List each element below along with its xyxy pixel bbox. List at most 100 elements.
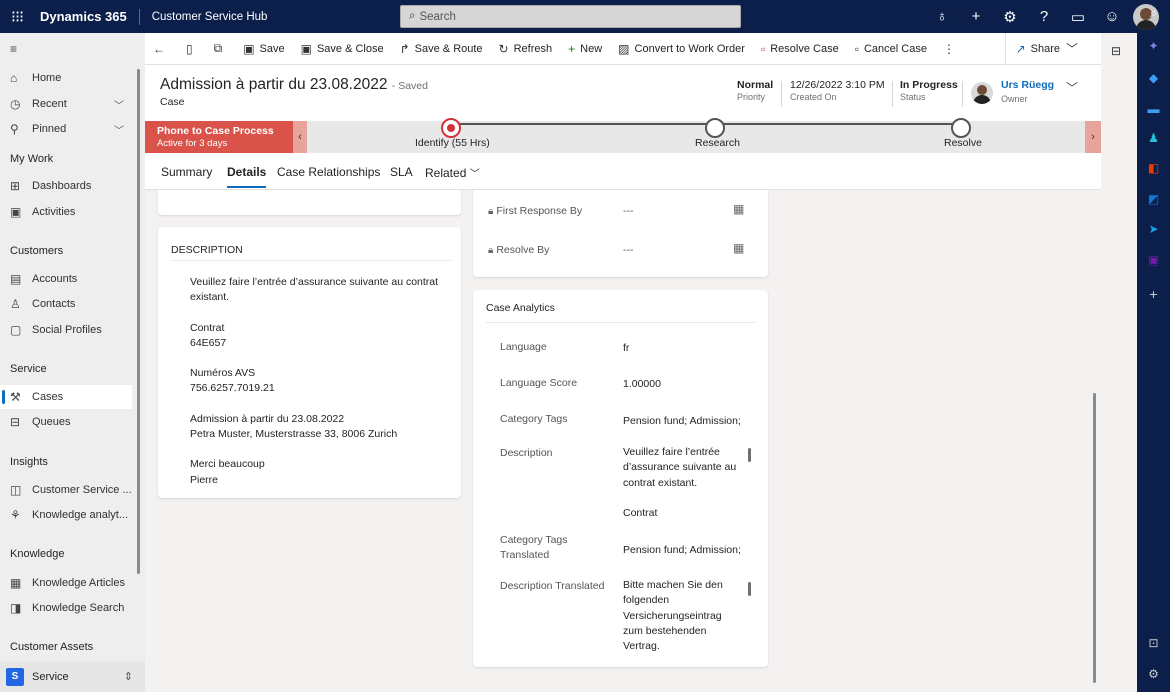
- sidebar-item-social-profiles[interactable]: ▢ Social Profiles: [0, 318, 132, 342]
- people-icon[interactable]: ♟: [1137, 131, 1170, 145]
- sidebar-item-cases[interactable]: ⚒ Cases: [0, 385, 132, 409]
- search-icon[interactable]: ⌕: [1137, 5, 1170, 21]
- calendar-icon[interactable]: ▦: [733, 202, 744, 216]
- resolve-by-label: 🔒︎ Resolve By: [488, 244, 550, 256]
- description-value[interactable]: Veuillez faire l’entrée d’assurance suiv…: [623, 445, 743, 521]
- category-tags-label: Category Tags: [500, 413, 568, 425]
- route-icon: ↱: [399, 41, 410, 56]
- tab-related[interactable]: Related ﹀: [425, 165, 480, 180]
- tab-summary[interactable]: Summary: [161, 165, 212, 179]
- sidebar-item-activities[interactable]: ▣ Activities: [0, 200, 132, 224]
- accounts-icon: ▤: [10, 272, 22, 286]
- cancel-case-button[interactable]: ▫ Cancel Case: [847, 33, 935, 65]
- outlook-icon[interactable]: ◩: [1137, 192, 1170, 206]
- form-view-button[interactable]: ▯: [178, 33, 206, 65]
- hamburger-icon[interactable]: ≡: [0, 37, 132, 61]
- sidebar-scrollbar[interactable]: [137, 69, 140, 574]
- help-icon[interactable]: ?: [1027, 8, 1061, 25]
- save-button[interactable]: ▣ Save: [235, 33, 292, 65]
- stage-identify-marker[interactable]: [441, 118, 461, 138]
- lightbulb-icon[interactable]: ♁: [925, 8, 959, 25]
- tab-details[interactable]: Details: [227, 165, 267, 188]
- brand-title[interactable]: Dynamics 365: [34, 8, 140, 25]
- convert-work-order-button[interactable]: ▨ Convert to Work Order: [610, 33, 753, 65]
- category-tags-translated-label: Category Tags Translated: [500, 534, 568, 561]
- settings-icon[interactable]: ⚙: [1137, 667, 1170, 681]
- office-icon[interactable]: ◧: [1137, 161, 1170, 175]
- area-switcher[interactable]: S Service ⇕: [0, 661, 145, 692]
- clock-icon: ◷: [10, 97, 21, 111]
- send-icon[interactable]: ➤: [1137, 222, 1170, 236]
- calendar-icon[interactable]: ▦: [733, 241, 744, 255]
- resolve-case-button[interactable]: ▫ Resolve Case: [753, 33, 847, 65]
- sidebar-item-queues[interactable]: ⊟ Queues: [0, 410, 132, 434]
- collapse-pane-icon[interactable]: ⊡: [1137, 636, 1170, 650]
- section-my-work: My Work: [10, 153, 54, 165]
- chevron-down-icon[interactable]: ﹀: [114, 97, 124, 112]
- sidebar-item-dashboards[interactable]: ⊞ Dashboards: [0, 174, 132, 198]
- back-button[interactable]: ←: [145, 33, 178, 65]
- gear-icon[interactable]: ⚙: [993, 8, 1027, 26]
- briefcase-icon[interactable]: ▬: [1137, 102, 1170, 116]
- header-divider: [892, 81, 893, 107]
- sidebar: ≡ ⌂ Home ◷ Recent ﹀ ⚲ Pinned ﹀ My Work ⊞ Dashb…: [0, 33, 145, 692]
- stage-resolve-marker[interactable]: [951, 118, 971, 138]
- search-input[interactable]: ⌕ Search: [400, 5, 741, 28]
- description-text[interactable]: Veuillez faire l’entrée d’assurance suiv…: [190, 275, 440, 503]
- chevron-down-icon[interactable]: ﹀: [114, 122, 124, 137]
- sidebar-item-pinned[interactable]: ⚲ Pinned ﹀: [0, 117, 132, 141]
- header-expand-icon[interactable]: ﹀: [1066, 79, 1078, 96]
- category-tags-value[interactable]: Pension fund; Admission;: [623, 414, 748, 429]
- clipboard-icon: ▨: [618, 41, 630, 56]
- language-value[interactable]: fr: [623, 341, 741, 356]
- stage-identify-label[interactable]: Identify (55 Hrs): [415, 137, 490, 149]
- refresh-button[interactable]: ↻ Refresh: [491, 33, 561, 65]
- copilot-icon[interactable]: ✦: [1137, 39, 1170, 53]
- language-label: Language: [500, 341, 547, 353]
- status-field[interactable]: In Progress Status: [900, 79, 958, 102]
- share-button[interactable]: ↗ Share ﹀: [1004, 32, 1091, 65]
- priority-field[interactable]: Normal Priority: [737, 79, 773, 102]
- sidebar-item-contacts[interactable]: ♙ Contacts: [0, 292, 132, 316]
- sidebar-item-accounts[interactable]: ▤ Accounts: [0, 267, 132, 291]
- save-close-button[interactable]: ▣ Save & Close: [293, 33, 392, 65]
- tab-sla[interactable]: SLA: [390, 165, 413, 179]
- up-down-icon: ⇕: [123, 671, 133, 683]
- sidebar-item-knowledge-analytics[interactable]: ⚘ Knowledge analyt...: [0, 503, 132, 527]
- tab-case-relationships[interactable]: Case Relationships: [277, 165, 380, 179]
- sidebar-item-cs-insights[interactable]: ◫ Customer Service ...: [0, 478, 132, 502]
- plus-icon[interactable]: +: [959, 8, 993, 25]
- chat-icon[interactable]: ▭: [1061, 8, 1095, 26]
- sidebar-item-knowledge-search[interactable]: ◨ Knowledge Search: [0, 596, 132, 620]
- stage-research-marker[interactable]: [705, 118, 725, 138]
- save-route-button[interactable]: ↱ Save & Route: [392, 33, 491, 65]
- language-score-value[interactable]: 1.00000: [623, 377, 741, 392]
- smiley-icon[interactable]: ☺: [1095, 8, 1129, 25]
- add-app-icon[interactable]: +: [1137, 286, 1170, 302]
- popout-button[interactable]: ⧉: [206, 33, 236, 65]
- created-on-field[interactable]: 12/26/2022 3:10 PM Created On: [790, 79, 885, 102]
- bpf-next-button[interactable]: ›: [1085, 121, 1101, 153]
- sidebar-item-home[interactable]: ⌂ Home: [0, 66, 132, 90]
- field-scrollbar[interactable]: [748, 448, 751, 462]
- description-translated-value[interactable]: Bitte machen Sie den folgenden Versicher…: [623, 578, 733, 654]
- side-pane-chat-icon[interactable]: ⊟: [1111, 44, 1121, 58]
- app-name[interactable]: Customer Service Hub: [140, 11, 268, 23]
- sidebar-item-recent[interactable]: ◷ Recent ﹀: [0, 92, 132, 116]
- process-name[interactable]: Phone to Case Process Active for 3 days: [145, 121, 293, 153]
- stage-research-label[interactable]: Research: [695, 137, 740, 149]
- description-card: DESCRIPTION Veuillez faire l’entrée d’as…: [158, 227, 461, 498]
- section-card-partial: [158, 190, 461, 215]
- sidebar-item-knowledge-articles[interactable]: ▦ Knowledge Articles: [0, 571, 132, 595]
- bpf-prev-button[interactable]: ‹: [293, 121, 307, 153]
- new-button[interactable]: + New: [560, 33, 610, 65]
- more-commands-button[interactable]: ⋮: [935, 33, 968, 65]
- stage-resolve-label[interactable]: Resolve: [944, 137, 982, 149]
- category-tags-translated-value[interactable]: Pension fund; Admission;: [623, 543, 748, 558]
- tag-icon[interactable]: ◆: [1137, 71, 1170, 85]
- app-launcher-icon[interactable]: ⁝⁝⁝: [0, 0, 34, 33]
- field-scrollbar[interactable]: [748, 582, 751, 596]
- onenote-icon[interactable]: ▣: [1137, 253, 1170, 267]
- page-scrollbar[interactable]: [1093, 393, 1096, 683]
- owner-link[interactable]: Urs Rüegg: [1001, 79, 1054, 91]
